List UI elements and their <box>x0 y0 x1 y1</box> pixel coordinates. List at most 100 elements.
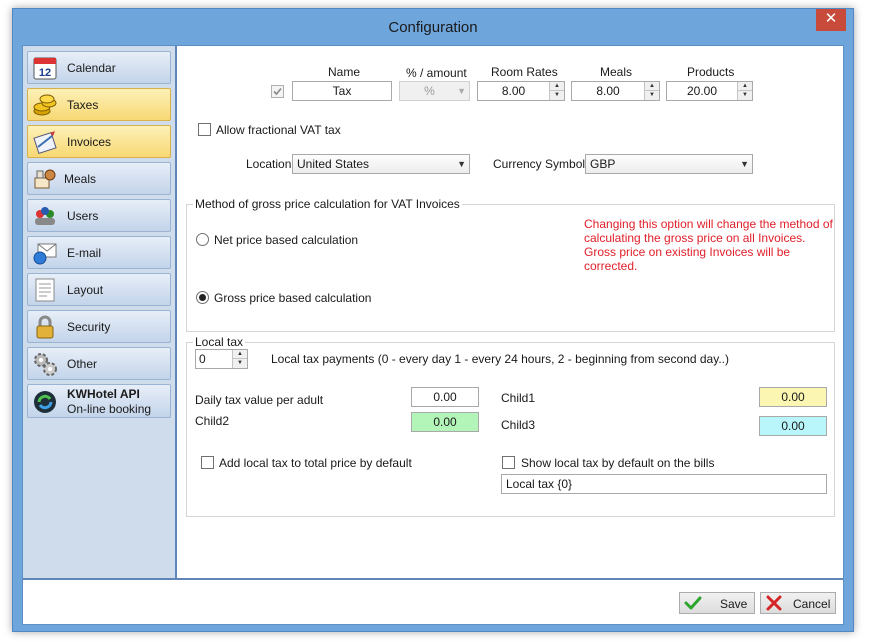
chevron-down-icon: ▼ <box>457 159 466 169</box>
child1-label: Child1 <box>501 391 536 405</box>
location-label: Location <box>246 157 292 171</box>
cross-icon <box>766 595 782 611</box>
close-button[interactable]: ✕ <box>816 9 846 31</box>
net-price-radio[interactable] <box>196 233 209 246</box>
daily-adult-input[interactable]: 0.00 <box>411 387 479 407</box>
sidebar-item-layout[interactable]: Layout <box>27 273 171 306</box>
child3-input[interactable]: 0.00 <box>759 416 827 436</box>
header-products: Products <box>687 65 735 79</box>
room-rates-value: 8.00 <box>501 84 526 98</box>
sidebar-item-security[interactable]: Security <box>27 310 171 343</box>
save-button[interactable]: Save <box>679 592 755 614</box>
child2-label: Child2 <box>195 414 230 428</box>
save-button-label: Save <box>720 597 748 611</box>
sidebar-item-label: Taxes <box>67 98 99 112</box>
sidebar-item-label: Security <box>67 320 111 334</box>
net-price-label: Net price based calculation <box>214 233 359 247</box>
sidebar-item-kwhotel-api[interactable]: KWHotel API On-line booking <box>27 384 171 418</box>
sidebar-item-label: E-mail <box>67 246 102 260</box>
lock-icon <box>36 315 54 339</box>
spin-up-icon[interactable]: ▲ <box>550 82 564 91</box>
sidebar: 12 Calendar Taxes Invoices Meals Users E… <box>23 46 177 578</box>
child3-label: Child3 <box>501 418 536 432</box>
sidebar-item-label: Users <box>67 209 99 223</box>
coins-icon <box>33 94 57 116</box>
checkmark-icon <box>684 596 702 610</box>
child1-input[interactable]: 0.00 <box>759 387 827 407</box>
meals-value: 8.00 <box>596 84 620 98</box>
header-meals: Meals <box>600 65 633 79</box>
radio-selected-dot <box>199 294 206 301</box>
sidebar-item-users[interactable]: Users <box>27 199 171 232</box>
room-rates-stepper[interactable]: 8.00 ▲ ▼ <box>477 81 565 101</box>
local-tax-bill-text-input[interactable]: Local tax {0} <box>501 474 827 494</box>
currency-symbol-select[interactable]: GBP ▼ <box>585 154 753 174</box>
sidebar-item-invoices[interactable]: Invoices <box>27 125 171 158</box>
spin-down-icon[interactable]: ▼ <box>645 91 659 100</box>
invoice-icon <box>33 131 57 155</box>
meals-icon <box>34 169 56 189</box>
sidebar-item-label: Meals <box>64 172 97 186</box>
sidebar-item-meals[interactable]: Meals <box>27 162 171 195</box>
allow-fractional-label: Allow fractional VAT tax <box>216 123 341 137</box>
header-name: Name <box>328 65 361 79</box>
add-local-tax-checkbox[interactable] <box>201 456 214 469</box>
spin-down-icon[interactable]: ▼ <box>233 359 247 368</box>
location-select[interactable]: United States ▼ <box>292 154 470 174</box>
spin-up-icon[interactable]: ▲ <box>233 350 247 359</box>
products-value: 20.00 <box>686 84 718 98</box>
percent-amount-select[interactable]: % ▼ <box>399 81 470 101</box>
kwhotel-title: KWHotel API <box>67 387 140 401</box>
sidebar-item-other[interactable]: Other <box>27 347 171 380</box>
gears-icon <box>34 353 57 376</box>
sidebar-item-label: Calendar <box>67 61 116 75</box>
configuration-window: Configuration ✕ 12 Calendar Taxes Invoic… <box>12 8 854 632</box>
local-tax-payments-label: Local tax payments (0 - every day 1 - ev… <box>271 352 730 366</box>
location-value: United States <box>297 157 370 171</box>
show-local-tax-label: Show local tax by default on the bills <box>521 456 715 470</box>
header-room-rates: Room Rates <box>491 65 558 79</box>
spin-up-icon[interactable]: ▲ <box>738 82 752 91</box>
calendar-icon: 12 <box>33 57 57 80</box>
check-icon <box>273 87 282 96</box>
header-percent-amount: % / amount <box>406 66 467 80</box>
sidebar-item-calendar[interactable]: 12 Calendar <box>27 51 171 84</box>
spin-down-icon[interactable]: ▼ <box>738 91 752 100</box>
chevron-down-icon: ▼ <box>740 159 749 169</box>
daily-adult-label: Daily tax value per adult <box>195 393 324 407</box>
gross-price-radio[interactable] <box>196 291 209 304</box>
sidebar-item-label: Invoices <box>67 135 112 149</box>
allow-fractional-checkbox[interactable] <box>198 123 211 136</box>
tax-name-input[interactable]: Tax <box>292 81 392 101</box>
close-icon: ✕ <box>824 10 838 27</box>
chevron-down-icon: ▼ <box>457 86 466 96</box>
tax-enabled-checkbox[interactable] <box>271 85 284 98</box>
spin-down-icon[interactable]: ▼ <box>550 91 564 100</box>
products-stepper[interactable]: 20.00 ▲ ▼ <box>666 81 753 101</box>
gross-method-warning: Changing this option will change the met… <box>584 217 843 273</box>
kwhotel-subtitle: On-line booking <box>67 402 152 416</box>
svg-text:12: 12 <box>39 67 51 79</box>
warning-line: Gross price on existing Invoices will be… <box>584 245 791 273</box>
window-client-area: 12 Calendar Taxes Invoices Meals Users E… <box>22 45 844 625</box>
title-bar[interactable]: Configuration ✕ <box>13 9 853 45</box>
add-local-tax-label: Add local tax to total price by default <box>219 456 412 470</box>
local-tax-title: Local tax <box>193 335 246 349</box>
spin-up-icon[interactable]: ▲ <box>645 82 659 91</box>
show-local-tax-checkbox[interactable] <box>502 456 515 469</box>
window-title: Configuration <box>388 19 478 36</box>
gross-method-title: Method of gross price calculation for VA… <box>193 197 462 211</box>
child2-input[interactable]: 0.00 <box>411 412 479 432</box>
cancel-button-label: Cancel <box>793 597 831 611</box>
currency-symbol-label: Currency Symbol <box>493 157 586 171</box>
meals-stepper[interactable]: 8.00 ▲ ▼ <box>571 81 660 101</box>
warning-line: Changing this option will change the met… <box>584 217 833 231</box>
local-tax-payments-stepper[interactable]: 0 ▲ ▼ <box>195 349 248 369</box>
sidebar-item-email[interactable]: E-mail <box>27 236 171 269</box>
gross-price-label: Gross price based calculation <box>214 291 372 305</box>
footer-bar: Save Cancel <box>23 578 843 624</box>
currency-symbol-value: GBP <box>590 157 616 171</box>
sidebar-item-taxes[interactable]: Taxes <box>27 88 171 121</box>
cancel-button[interactable]: Cancel <box>760 592 836 614</box>
taxes-panel: Name % / amount Room Rates Meals Product… <box>179 46 843 578</box>
